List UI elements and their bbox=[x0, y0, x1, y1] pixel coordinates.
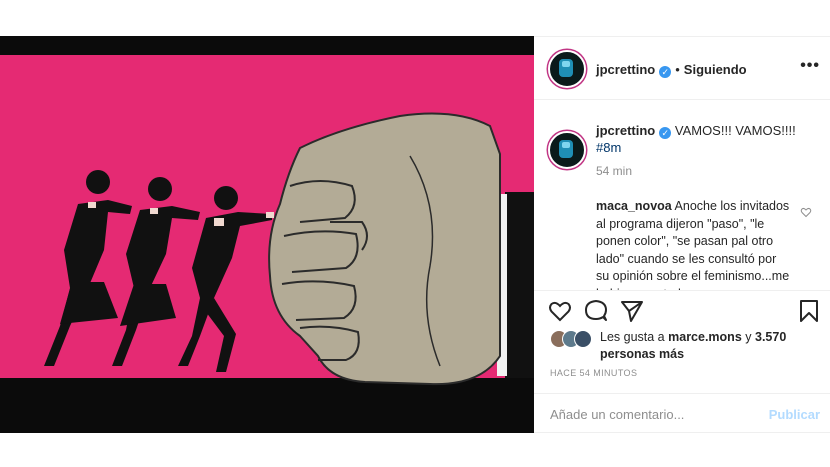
caption-time: 54 min bbox=[596, 164, 633, 178]
bookmark-icon[interactable] bbox=[798, 299, 820, 323]
action-bar bbox=[534, 290, 830, 330]
suit-sleeve bbox=[505, 192, 534, 378]
instagram-post: jpcrettino ✓ • Siguiendo ••• jpcrettino ✓ VA… bbox=[0, 36, 830, 433]
publish-button[interactable]: Publicar bbox=[769, 407, 820, 422]
caption-text: VAMOS!!! VAMOS!!!! bbox=[674, 123, 796, 138]
illustration-women-pushing-fist bbox=[0, 55, 534, 433]
liker-avatars bbox=[550, 329, 596, 348]
comment: maca_novoa Anoche los invitados al progr… bbox=[596, 198, 792, 290]
comment-username[interactable]: maca_novoa bbox=[596, 199, 672, 213]
header-user-line: jpcrettino ✓ • Siguiendo bbox=[596, 61, 747, 79]
likes-connector: y bbox=[745, 330, 752, 344]
more-options-icon[interactable]: ••• bbox=[800, 57, 820, 75]
liker-avatar[interactable] bbox=[574, 330, 592, 348]
verified-badge-icon: ✓ bbox=[659, 66, 672, 78]
hashtag-link[interactable]: #8m bbox=[596, 140, 621, 155]
liker-username[interactable]: marce.mons bbox=[668, 330, 742, 344]
post-side-panel: jpcrettino ✓ • Siguiendo ••• jpcrettino ✓ VA… bbox=[534, 36, 830, 433]
likes-text: Les gusta a marce.mons y 3.570 personas … bbox=[600, 329, 820, 363]
caption-avatar[interactable] bbox=[548, 131, 586, 169]
share-icon[interactable] bbox=[620, 299, 644, 323]
post-header: jpcrettino ✓ • Siguiendo ••• bbox=[534, 37, 830, 100]
post-image[interactable] bbox=[0, 36, 534, 433]
caption-username[interactable]: jpcrettino bbox=[596, 123, 655, 138]
avatar[interactable] bbox=[548, 50, 586, 88]
heart-icon[interactable] bbox=[548, 299, 572, 323]
post-time-ago[interactable]: HACE 54 MINUTOS bbox=[550, 368, 637, 378]
add-comment-input[interactable]: Añade un comentario... bbox=[550, 407, 684, 422]
header-username[interactable]: jpcrettino bbox=[596, 62, 655, 77]
caption: jpcrettino ✓ VAMOS!!! VAMOS!!!! #8m bbox=[596, 122, 818, 156]
separator-dot: • bbox=[675, 62, 680, 77]
following-button[interactable]: Siguiendo bbox=[684, 62, 747, 77]
comments-section: jpcrettino ✓ VAMOS!!! VAMOS!!!! #8m 54 mi… bbox=[534, 100, 830, 290]
likes-prefix: Les gusta a bbox=[600, 330, 665, 344]
comment-icon[interactable] bbox=[584, 299, 608, 323]
add-comment-bar: Añade un comentario... Publicar bbox=[534, 393, 830, 434]
like-comment-heart-icon[interactable] bbox=[800, 206, 812, 218]
verified-badge-icon: ✓ bbox=[659, 127, 672, 139]
ground bbox=[0, 378, 534, 433]
